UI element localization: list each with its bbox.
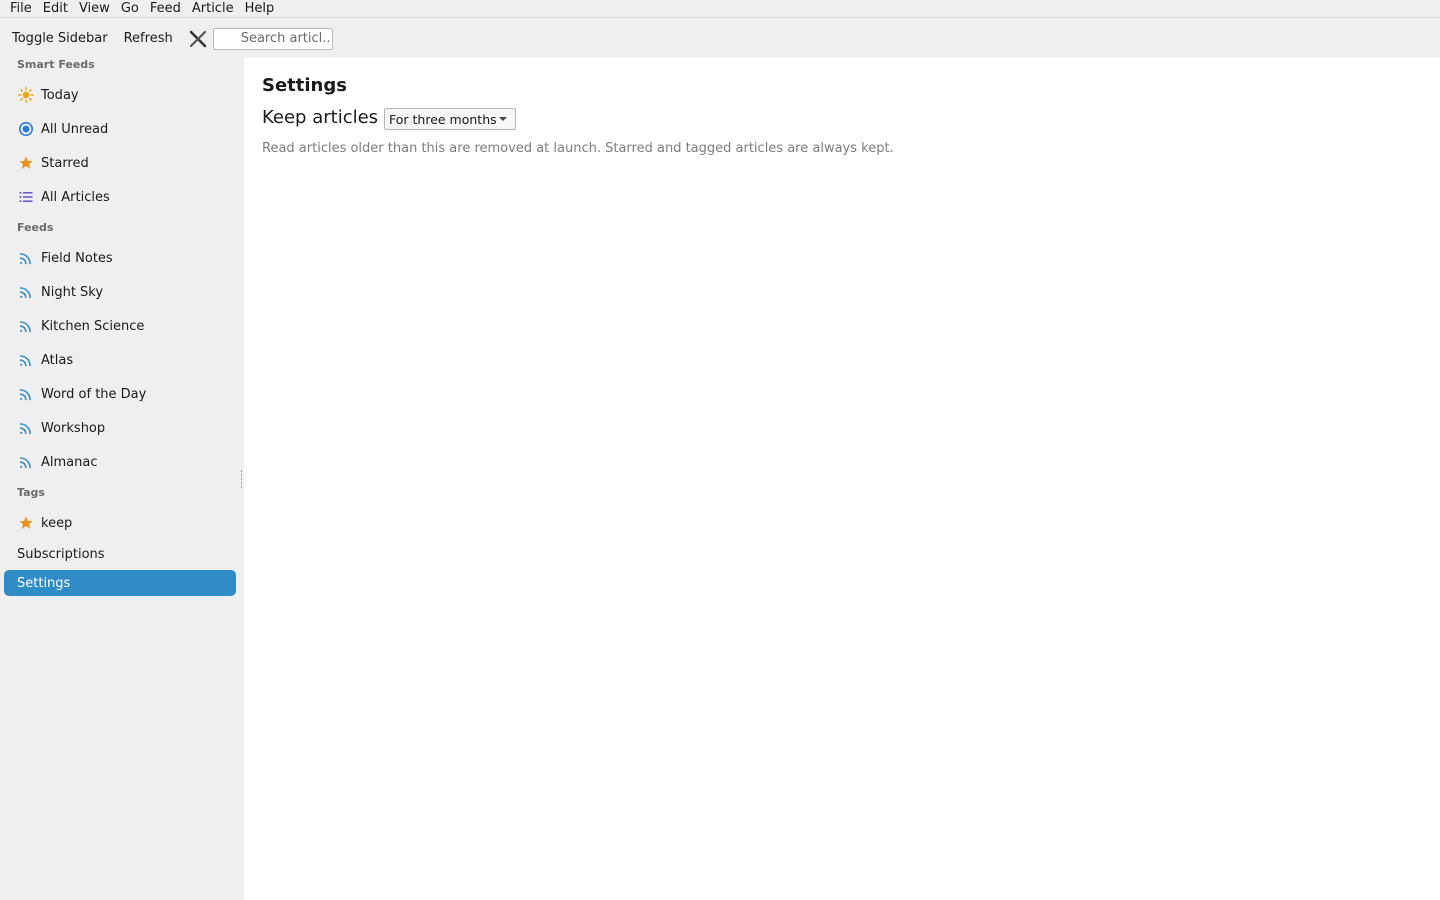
rss-icon [18, 352, 34, 368]
sidebar-item-feed[interactable]: Kitchen Science [4, 313, 236, 339]
sidebar-item-feed[interactable]: Atlas [4, 347, 236, 373]
sidebar: Smart Feeds Today All Unread Starred All… [0, 58, 243, 900]
sidebar-item-label: Almanac [41, 454, 98, 470]
settings-panel: Settings Keep articles For three months … [244, 58, 1440, 900]
sidebar-item-label: Settings [17, 575, 71, 591]
page-title: Settings [262, 75, 347, 96]
rss-icon [18, 386, 34, 402]
rss-icon [18, 318, 34, 334]
sidebar-item-label: Field Notes [41, 250, 113, 266]
sidebar-item-label: keep [41, 515, 73, 531]
sidebar-item-feed[interactable]: Word of the Day [4, 381, 236, 407]
rss-icon [18, 284, 34, 300]
sidebar-item-all-unread[interactable]: All Unread [4, 116, 236, 142]
sidebar-item-feed[interactable]: Field Notes [4, 245, 236, 271]
close-icon[interactable] [187, 28, 209, 50]
sidebar-item-subscriptions[interactable]: Subscriptions [4, 541, 236, 567]
rss-icon [18, 420, 34, 436]
menu-file[interactable]: File [0, 0, 37, 18]
menu-article[interactable]: Article [187, 0, 239, 18]
rss-icon [18, 454, 34, 470]
sidebar-item-feed[interactable]: Night Sky [4, 279, 236, 305]
sidebar-item-settings[interactable]: Settings [4, 570, 236, 596]
menu-edit[interactable]: Edit [38, 0, 73, 18]
radio-dot-icon [18, 121, 34, 137]
menu-help[interactable]: Help [240, 0, 280, 18]
section-title-tags: Tags [17, 486, 45, 499]
search-input[interactable] [212, 27, 333, 50]
section-title-smart-feeds: Smart Feeds [17, 58, 95, 71]
keep-articles-select-value: For three months [389, 111, 497, 127]
star-icon [18, 155, 34, 171]
sidebar-item-tag-keep[interactable]: keep [4, 510, 236, 536]
keep-articles-label: Keep articles [262, 107, 379, 128]
sidebar-item-label: Word of the Day [41, 386, 147, 402]
keep-articles-hint: Read articles older than this are remove… [262, 141, 894, 156]
sidebar-item-feed[interactable]: Workshop [4, 415, 236, 441]
sidebar-item-label: Starred [41, 155, 89, 171]
menu-view[interactable]: View [74, 0, 115, 18]
menu-bar: File Edit View Go Feed Article Help [0, 0, 1440, 18]
sidebar-item-all-articles[interactable]: All Articles [4, 184, 236, 210]
star-icon [18, 515, 34, 531]
sidebar-item-today[interactable]: Today [4, 82, 236, 108]
rss-icon [18, 250, 34, 266]
sidebar-item-label: Kitchen Science [41, 318, 145, 334]
sidebar-item-label: Today [41, 87, 79, 103]
refresh-button[interactable]: Refresh [118, 26, 179, 52]
toggle-sidebar-button[interactable]: Toggle Sidebar [6, 26, 114, 52]
sidebar-item-label: Atlas [41, 352, 74, 368]
sidebar-item-label: All Articles [41, 189, 110, 205]
keep-articles-select[interactable]: For three months [384, 108, 516, 130]
chevron-down-icon [499, 117, 507, 121]
list-icon [18, 189, 34, 205]
sidebar-item-label: Night Sky [41, 284, 104, 300]
sidebar-item-label: All Unread [41, 121, 109, 137]
sidebar-item-starred[interactable]: Starred [4, 150, 236, 176]
sidebar-item-label: Workshop [41, 420, 106, 436]
toolbar: Toggle Sidebar Refresh [0, 19, 1440, 58]
sun-icon [18, 87, 34, 103]
menu-feed[interactable]: Feed [145, 0, 186, 18]
menu-go[interactable]: Go [116, 0, 144, 18]
sidebar-item-feed[interactable]: Almanac [4, 449, 236, 475]
sidebar-item-label: Subscriptions [17, 546, 105, 562]
section-title-feeds: Feeds [17, 221, 54, 234]
